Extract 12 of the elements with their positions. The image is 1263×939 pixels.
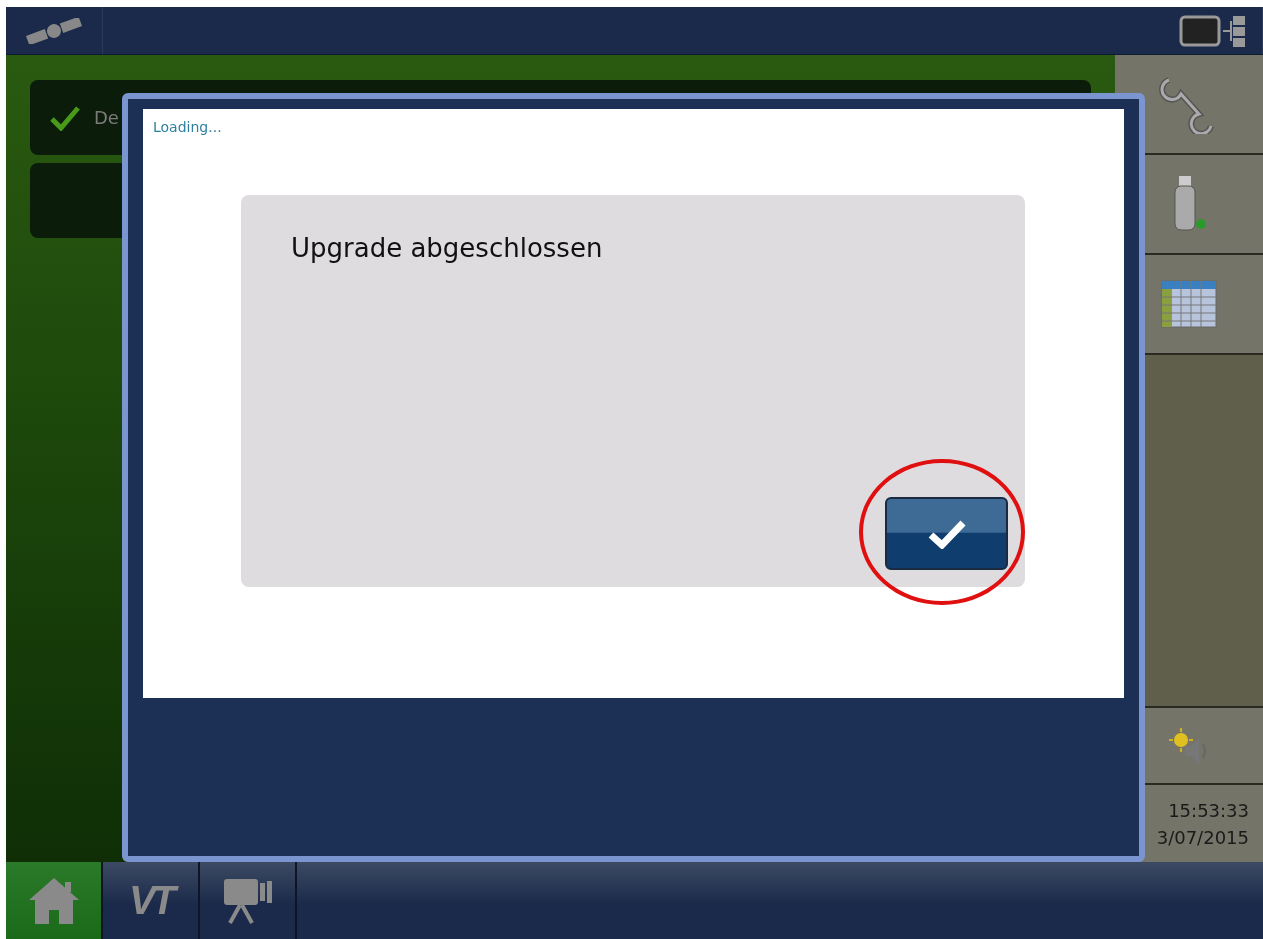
message-text: Upgrade abgeschlossen (291, 233, 603, 263)
table-icon (1161, 280, 1217, 328)
check-icon (50, 104, 80, 131)
video-camera-icon (221, 876, 274, 925)
satellite-icon (24, 17, 84, 44)
clock-date: 3/07/2015 (1156, 826, 1249, 848)
check-icon (926, 518, 967, 549)
loading-text: Loading... (153, 119, 222, 135)
clock-time: 15:53:33 (1168, 799, 1249, 821)
card-label: De (94, 107, 119, 128)
confirm-button[interactable] (885, 497, 1008, 570)
home-tab[interactable] (6, 862, 103, 939)
